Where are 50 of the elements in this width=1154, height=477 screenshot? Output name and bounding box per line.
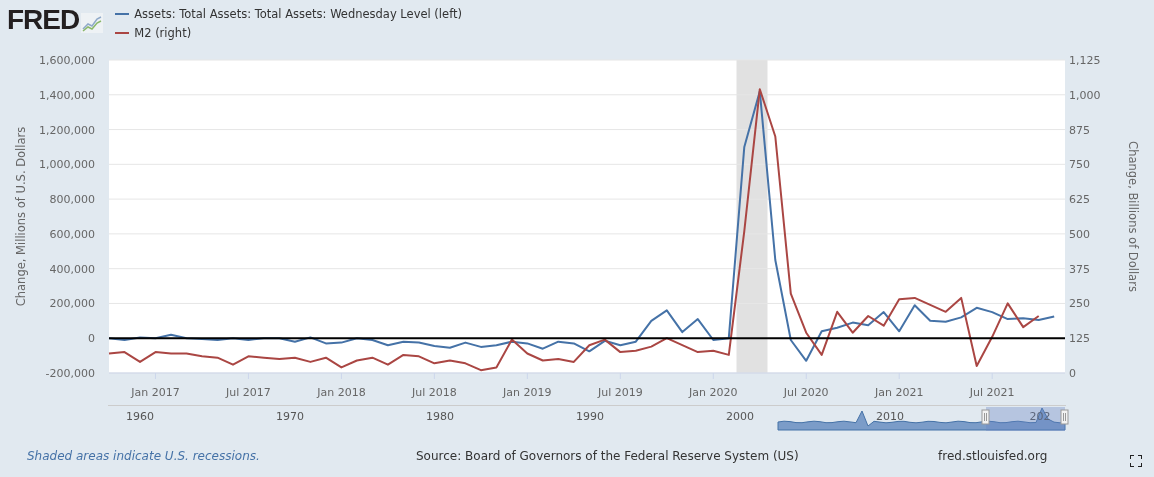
x-tick-label: Jul 2021 bbox=[969, 386, 1015, 399]
x-tick-label: Jul 2020 bbox=[783, 386, 829, 399]
y-tick-label: 250 bbox=[1069, 297, 1090, 311]
x-tick-label: Jul 2019 bbox=[597, 386, 643, 399]
y-tick-label: 1,000,000 bbox=[39, 158, 95, 172]
navigator-year-label: 2000 bbox=[726, 410, 754, 423]
y-tick-label: 875 bbox=[1069, 123, 1090, 137]
x-tick-label: Jan 2020 bbox=[689, 386, 738, 399]
y-tick-label: 600,000 bbox=[49, 227, 95, 241]
y-tick-label: 1,400,000 bbox=[39, 88, 95, 102]
x-tick-label: Jan 2021 bbox=[875, 386, 924, 399]
navigator-year-label: 1980 bbox=[426, 410, 454, 423]
site-link[interactable]: fred.stlouisfed.org bbox=[938, 449, 1048, 463]
legend-label[interactable]: M2 (right) bbox=[134, 25, 192, 40]
y-tick-label: -200,000 bbox=[45, 367, 95, 380]
x-tick-label: Jul 2018 bbox=[412, 386, 457, 399]
navigator-year-label: 202 bbox=[1029, 410, 1051, 423]
navigator-handle[interactable] bbox=[1060, 409, 1069, 425]
y-tick-label: 625 bbox=[1069, 193, 1090, 207]
y-axis-title: Change, Billions of Dollars bbox=[1126, 141, 1140, 292]
y-axis-title: Change, Millions of U.S. Dollars bbox=[14, 126, 28, 307]
y-tick-label: 0 bbox=[88, 332, 95, 346]
x-tick-label: Jan 2018 bbox=[317, 386, 366, 399]
recession-note: Shaded areas indicate U.S. recessions. bbox=[27, 449, 261, 463]
x-tick-label: Jan 2017 bbox=[131, 386, 180, 399]
y-tick-label: 125 bbox=[1069, 332, 1090, 346]
x-tick-label: Jul 2017 bbox=[226, 386, 271, 399]
y-tick-label: 0 bbox=[1069, 367, 1076, 380]
line-chart-icon bbox=[81, 13, 104, 33]
logo-text: FRED bbox=[7, 7, 80, 33]
navigator-year-label: 2010 bbox=[876, 410, 904, 423]
y-tick-label: 800,000 bbox=[49, 193, 95, 207]
y-tick-label: 1,200,000 bbox=[39, 123, 95, 137]
y-tick-label: 400,000 bbox=[49, 262, 95, 276]
y-tick-label: 200,000 bbox=[49, 297, 95, 311]
fullscreen-icon[interactable] bbox=[1130, 455, 1142, 467]
y-tick-label: 750 bbox=[1069, 158, 1090, 172]
y-tick-label: 1,000 bbox=[1069, 88, 1101, 102]
y-tick-label: 375 bbox=[1069, 262, 1090, 276]
x-tick-label: Jan 2019 bbox=[503, 386, 552, 399]
y-tick-label: 1,125 bbox=[1069, 54, 1101, 67]
source-text: Source: Board of Governors of the Federal Reserve System (US) bbox=[416, 449, 800, 463]
navigator-year-label: 1960 bbox=[126, 410, 154, 423]
y-tick-label: 1,600,000 bbox=[39, 54, 95, 67]
legend-label[interactable]: Assets: Total Assets: Total Assets: Wednesday Level (left) bbox=[134, 6, 462, 21]
navigator-selection[interactable] bbox=[986, 407, 1065, 431]
y-tick-label: 500 bbox=[1069, 227, 1090, 241]
navigator-year-label: 1990 bbox=[576, 410, 604, 423]
navigator-handle[interactable] bbox=[981, 409, 990, 425]
navigator-year-label: 1970 bbox=[276, 410, 304, 423]
